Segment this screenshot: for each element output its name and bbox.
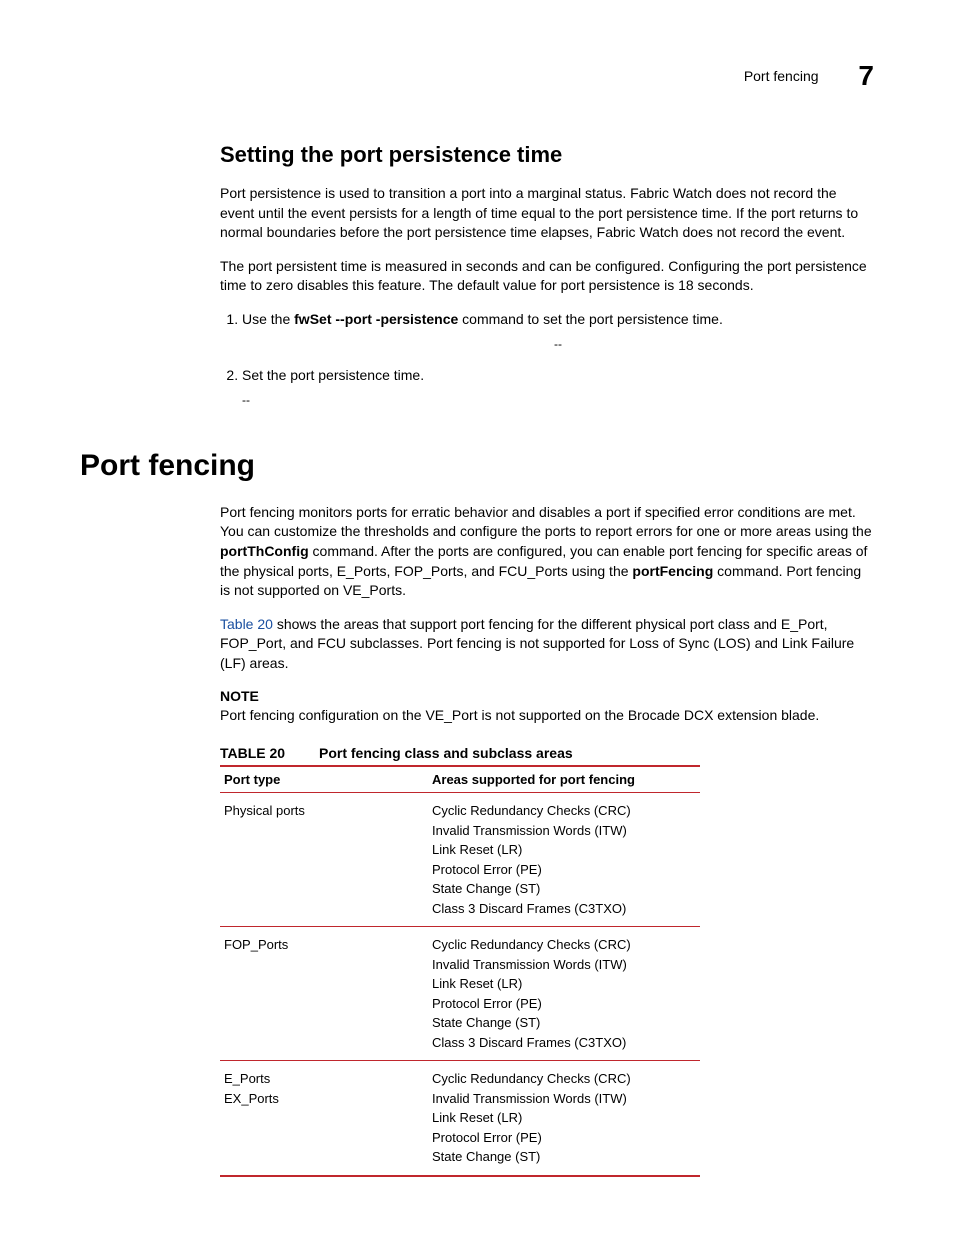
- chapter-number: 7: [858, 60, 874, 92]
- cell-areas: Cyclic Redundancy Checks (CRC)Invalid Tr…: [428, 793, 700, 927]
- cell-port-type: FOP_Ports: [220, 927, 428, 1061]
- note-label: NOTE: [220, 688, 874, 704]
- port-fencing-table: Port type Areas supported for port fenci…: [220, 765, 700, 1177]
- text-run: Port fencing monitors ports for erratic …: [220, 504, 872, 540]
- steps-list: Use the fwSet --port -persistence comman…: [220, 310, 874, 409]
- chapter-heading: Port fencing: [80, 449, 874, 483]
- running-header: Port fencing 7: [80, 60, 874, 92]
- cell-areas: Cyclic Redundancy Checks (CRC)Invalid Tr…: [428, 927, 700, 1061]
- table-row: FOP_Ports Cyclic Redundancy Checks (CRC)…: [220, 927, 700, 1061]
- text-run: shows the areas that support port fencin…: [220, 616, 854, 671]
- separator-dash: --: [242, 392, 874, 409]
- separator-dash: --: [242, 336, 874, 353]
- note-text: Port fencing configuration on the VE_Por…: [220, 706, 874, 726]
- step-text: Use the: [242, 311, 294, 327]
- section-heading: Setting the port persistence time: [220, 142, 874, 168]
- cell-areas: Cyclic Redundancy Checks (CRC)Invalid Tr…: [428, 1061, 700, 1176]
- command-text: portFencing: [632, 563, 713, 579]
- command-text: fwSet --port -persistence: [294, 311, 458, 327]
- paragraph: The port persistent time is measured in …: [220, 257, 874, 296]
- table-label: TABLE 20: [220, 745, 285, 761]
- paragraph: Table 20 shows the areas that support po…: [220, 615, 874, 674]
- table-title: Port fencing class and subclass areas: [319, 745, 573, 761]
- section-fencing: Port fencing monitors ports for erratic …: [220, 503, 874, 1177]
- step-text: command to set the port persistence time…: [458, 311, 723, 327]
- step-text: Set the port persistence time.: [242, 367, 424, 383]
- cell-port-type: Physical ports: [220, 793, 428, 927]
- col-header-areas: Areas supported for port fencing: [428, 766, 700, 793]
- page: Port fencing 7 Setting the port persiste…: [0, 0, 954, 1237]
- command-text: portThConfig: [220, 543, 309, 559]
- col-header-port-type: Port type: [220, 766, 428, 793]
- cell-port-type: E_PortsEX_Ports: [220, 1061, 428, 1176]
- header-title: Port fencing: [744, 68, 819, 84]
- table-caption: TABLE 20 Port fencing class and subclass…: [220, 745, 874, 761]
- paragraph: Port fencing monitors ports for erratic …: [220, 503, 874, 601]
- table-header-row: Port type Areas supported for port fenci…: [220, 766, 700, 793]
- table-link[interactable]: Table 20: [220, 616, 273, 632]
- step-item: Use the fwSet --port -persistence comman…: [242, 310, 874, 352]
- step-item: Set the port persistence time. --: [242, 366, 874, 408]
- table-row: Physical ports Cyclic Redundancy Checks …: [220, 793, 700, 927]
- section-persistence: Setting the port persistence time Port p…: [220, 142, 874, 409]
- table-row: E_PortsEX_Ports Cyclic Redundancy Checks…: [220, 1061, 700, 1176]
- paragraph: Port persistence is used to transition a…: [220, 184, 874, 243]
